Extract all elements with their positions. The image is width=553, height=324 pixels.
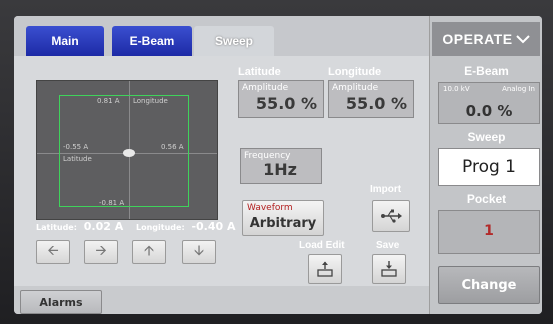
sweep-position-plot: 0.81 A Longitude -0.55 A Latitude 0.56 A… — [36, 80, 218, 220]
sweep-panel: 0.81 A Longitude -0.55 A Latitude 0.56 A… — [14, 56, 429, 286]
longitude-readout-value: -0.40 A — [191, 220, 236, 233]
latitude-heading: Latitude — [238, 66, 281, 78]
ebeam-mode: Analog In — [502, 85, 535, 93]
tab-e-beam[interactable]: E-Beam — [112, 26, 192, 56]
operate-mode-select[interactable]: OPERATE — [432, 22, 540, 56]
plot-top-label: 0.81 A — [97, 97, 120, 105]
change-button[interactable]: Change — [438, 266, 540, 304]
longitude-amplitude-field[interactable]: Amplitude 55.0 % — [328, 80, 414, 118]
longitude-heading: Longitude — [328, 66, 382, 78]
tab-bar: Main E-Beam Sweep — [14, 16, 429, 58]
save-button[interactable] — [372, 254, 406, 284]
latitude-amplitude-field[interactable]: Amplitude 55.0 % — [238, 80, 324, 118]
move-left-button[interactable]: 🡨 — [36, 240, 70, 264]
save-icon — [381, 261, 397, 277]
move-down-button[interactable]: 🡫 — [182, 240, 216, 264]
arrow-up-icon: 🡩 — [143, 243, 155, 259]
tab-main[interactable]: Main — [26, 26, 104, 56]
latitude-readout-label: Latitude: — [36, 223, 77, 232]
latitude-amplitude-value: 55.0 % — [255, 94, 317, 113]
plot-left-label: -0.55 A — [63, 143, 89, 151]
pocket-heading: Pocket — [466, 192, 507, 206]
load-edit-label: Load Edit — [299, 240, 345, 251]
arrow-left-icon: 🡨 — [47, 243, 59, 259]
load-icon — [317, 261, 333, 277]
status-side-panel: OPERATE E-Beam 10.0 kV Analog In 0.0 % S… — [429, 16, 542, 314]
waveform-button[interactable]: Waveform Arbitrary — [242, 200, 324, 236]
beam-position-marker — [123, 149, 135, 157]
longitude-readout-label: Longitude: — [136, 223, 185, 232]
move-up-button[interactable]: 🡩 — [132, 240, 166, 264]
plot-left-axis-name: Latitude — [63, 155, 92, 163]
frequency-field[interactable]: Frequency 1Hz — [240, 148, 322, 184]
sweep-program-value: Prog 1 — [462, 157, 516, 177]
usb-icon — [381, 209, 402, 223]
ebeam-heading: E-Beam — [464, 64, 509, 78]
pocket-box: 1 — [438, 210, 540, 254]
frequency-value: 1Hz — [263, 160, 297, 179]
plot-right-label: 0.56 A — [161, 143, 184, 151]
beam-position-readout: Latitude: 0.02 A Longitude: -0.40 A — [36, 220, 246, 233]
arrow-right-icon: 🡪 — [95, 243, 107, 259]
longitude-amplitude-value: 55.0 % — [345, 94, 407, 113]
pocket-value: 1 — [484, 223, 494, 239]
arrow-down-icon: 🡫 — [193, 243, 205, 259]
waveform-value: Arbitrary — [249, 216, 317, 231]
waveform-caption: Waveform — [247, 203, 293, 213]
sweep-program-box[interactable]: Prog 1 — [438, 148, 540, 186]
save-label: Save — [376, 240, 400, 251]
move-right-button[interactable]: 🡪 — [84, 240, 118, 264]
sweep-heading: Sweep — [467, 130, 506, 144]
longitude-amplitude-caption: Amplitude — [332, 83, 379, 93]
import-button[interactable] — [372, 200, 410, 232]
import-label: Import — [370, 184, 402, 195]
tab-sweep[interactable]: Sweep — [194, 26, 274, 56]
plot-bottom-label: -0.81 A — [99, 199, 125, 207]
ebeam-value: 0.0 % — [465, 102, 513, 120]
ebeam-status-box: 10.0 kV Analog In 0.0 % — [438, 82, 540, 124]
latitude-amplitude-caption: Amplitude — [242, 83, 289, 93]
status-bar: Alarms — [14, 286, 429, 314]
operate-label: OPERATE — [442, 31, 513, 47]
plot-top-axis-name: Longitude — [133, 97, 168, 105]
hmi-screen: Main E-Beam Sweep 0.81 A Longitude -0.55… — [14, 16, 542, 314]
chevron-down-icon — [515, 35, 530, 44]
ebeam-kv: 10.0 kV — [443, 85, 470, 93]
alarms-button[interactable]: Alarms — [20, 290, 102, 314]
latitude-readout-value: 0.02 A — [83, 220, 124, 233]
load-edit-button[interactable] — [308, 254, 342, 284]
